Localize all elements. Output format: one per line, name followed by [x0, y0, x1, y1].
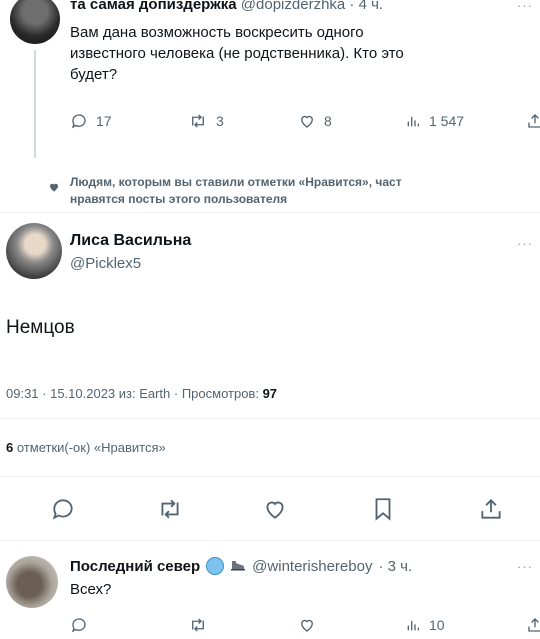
- tweet-header: та самая допиздержка @dopizderzhka · 4 ч…: [70, 0, 383, 13]
- more-icon[interactable]: ···: [517, 559, 533, 574]
- tweet-text-line: Вам дана возможность воскресить одного: [70, 24, 364, 41]
- retweet-icon[interactable]: [156, 496, 184, 522]
- thread-line: [34, 50, 36, 158]
- tweet-text: Вам дана возможность воскресить одного и…: [70, 22, 530, 85]
- divider: [0, 540, 540, 541]
- tweet-header: Последний север @winterishereboy · 3 ч.: [70, 557, 412, 575]
- like-button[interactable]: 8: [298, 112, 332, 130]
- reply-icon: [70, 112, 88, 130]
- bookmark-icon[interactable]: [370, 496, 396, 522]
- tweet-text-line: известного человека (не родственника). К…: [70, 45, 404, 62]
- share-icon: [526, 112, 540, 130]
- retweet-icon[interactable]: [188, 616, 208, 634]
- avatar[interactable]: [10, 0, 60, 44]
- like-count: 8: [324, 113, 332, 129]
- liked-notice-line: нравятся посты этого пользователя: [70, 192, 288, 206]
- tweet-actions: 10: [70, 616, 540, 638]
- tweet-text: Всех?: [70, 581, 112, 598]
- heart-icon: [48, 180, 60, 198]
- retweet-icon: [188, 112, 208, 130]
- retweet-count: 3: [216, 113, 224, 129]
- tweet-text-line: будет?: [70, 66, 118, 83]
- more-icon[interactable]: ···: [517, 0, 533, 13]
- divider: [0, 212, 540, 213]
- views-icon: [405, 112, 421, 130]
- views-count: 10: [429, 617, 445, 633]
- avatar[interactable]: [6, 223, 62, 279]
- heart-icon[interactable]: [298, 616, 316, 634]
- views-button[interactable]: 10: [405, 616, 445, 634]
- reply-button[interactable]: 17: [70, 112, 112, 130]
- likes-count: 6: [6, 440, 14, 455]
- likes-label: отметки(-ок) «Нравится»: [16, 440, 166, 455]
- tweet-time[interactable]: · 3 ч.: [378, 558, 412, 575]
- reply-count: 17: [96, 113, 112, 129]
- retweet-button[interactable]: 3: [188, 112, 224, 130]
- reply-icon[interactable]: [50, 496, 76, 522]
- share-button[interactable]: [526, 112, 540, 130]
- main-tweet-actions: [0, 496, 540, 524]
- tweet-time[interactable]: · 4 ч.: [349, 0, 383, 13]
- tweet-text: Немцов: [6, 317, 75, 338]
- liked-notice: Людям, которым вы ставили отметки «Нрави…: [70, 174, 540, 208]
- author-name[interactable]: Лиса Васильна: [70, 232, 191, 250]
- freezing-face-icon: [206, 557, 225, 575]
- reply-icon[interactable]: [70, 616, 88, 634]
- tweet-meta: 09:31 · 15.10.2023 из: Earth · Просмотро…: [6, 386, 277, 401]
- share-icon[interactable]: [526, 616, 540, 634]
- avatar[interactable]: [6, 556, 58, 608]
- more-icon[interactable]: ···: [517, 236, 533, 251]
- views-count: 1 547: [429, 113, 465, 129]
- author-name[interactable]: та самая допиздержка: [70, 0, 237, 13]
- tweet-timestamp[interactable]: 09:31 · 15.10.2023 из: Earth · Просмотро…: [6, 386, 259, 401]
- heart-icon: [298, 112, 316, 130]
- author-handle[interactable]: @dopizderzhka: [241, 0, 345, 13]
- heart-icon[interactable]: [262, 496, 288, 522]
- views-count: 97: [262, 386, 278, 401]
- liked-notice-line: Людям, которым вы ставили отметки «Нрави…: [70, 175, 402, 189]
- author-handle[interactable]: @winterishereboy: [252, 558, 372, 575]
- author-name[interactable]: Последний север: [70, 558, 200, 575]
- divider: [0, 418, 540, 419]
- shoe-icon: [230, 558, 246, 575]
- share-icon[interactable]: [478, 496, 504, 522]
- views-button[interactable]: 1 547: [405, 112, 464, 130]
- author-handle[interactable]: @Picklex5: [70, 255, 141, 272]
- likes-summary[interactable]: 6 отметки(-ок) «Нравится»: [6, 440, 166, 455]
- tweet-actions: 17 3 8 1 547: [70, 112, 540, 134]
- views-icon: [405, 616, 421, 634]
- divider: [0, 476, 540, 477]
